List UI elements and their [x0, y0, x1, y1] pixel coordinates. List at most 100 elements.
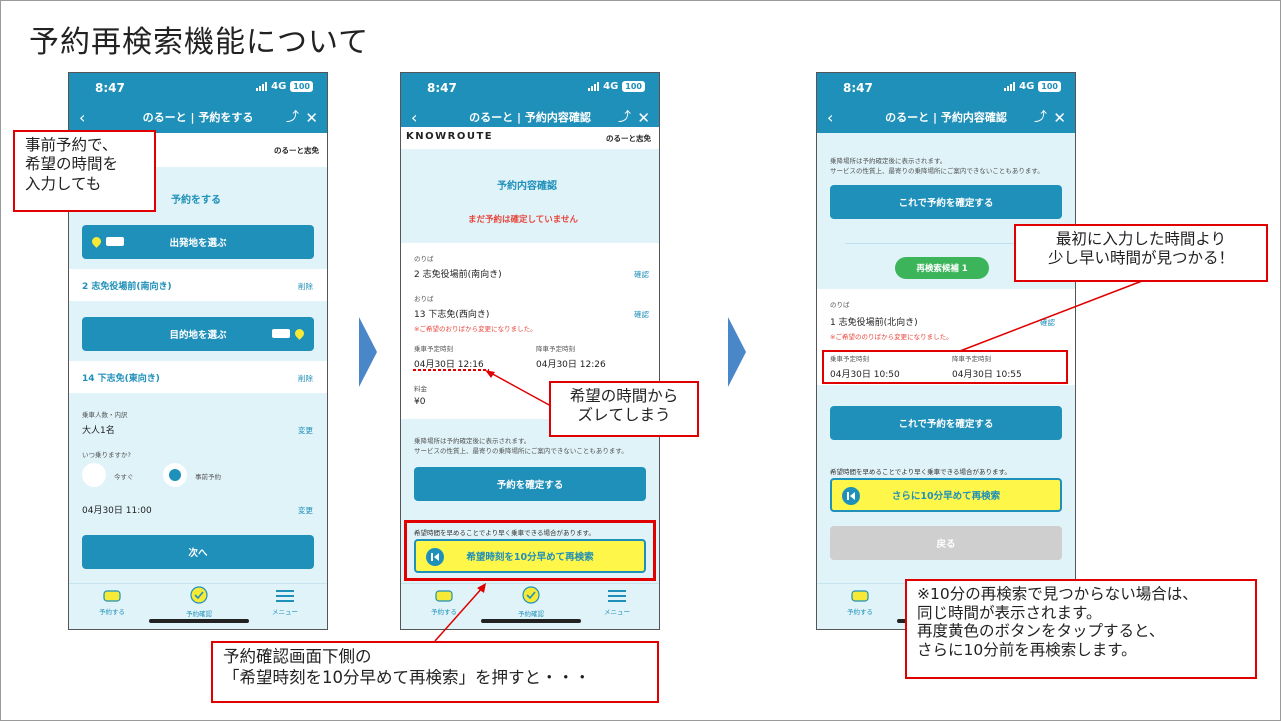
dropoff-value: 13 下志免(西向き)	[414, 310, 490, 320]
brand-header: KNOWROUTE のるーと志免	[401, 127, 659, 149]
share-icon[interactable]: ⤴	[1034, 103, 1047, 133]
highlight-research-button	[404, 520, 656, 581]
network-label: 4G	[1019, 81, 1035, 92]
status-time: 8:47	[843, 81, 873, 95]
passengers-value: 大人1名	[82, 426, 115, 436]
destination-button[interactable]: 目的地を選ぶ	[82, 317, 314, 351]
notice-line-2: サービスの性質上、最寄りの乗降場所にご案内できないこともあります。	[414, 447, 628, 455]
brand-name: のるーと志免	[606, 134, 651, 143]
flow-arrow-icon	[359, 317, 377, 387]
radio-reserve[interactable]	[163, 463, 187, 487]
datetime-change[interactable]: 変更	[298, 505, 313, 516]
network-label: 4G	[603, 81, 619, 92]
confirm-reservation-button[interactable]: 予約を確定する	[414, 467, 646, 501]
tab-menu-label: メニュー	[604, 608, 630, 616]
pickup-note: ※ご希望ののりばから変更になりました。	[830, 333, 953, 341]
slide-title: 予約再検索機能について	[29, 25, 370, 60]
next-button[interactable]: 次へ	[82, 535, 314, 569]
tab-confirm-label: 予約確認	[186, 610, 212, 618]
check-icon	[522, 586, 540, 604]
tab-reserve[interactable]: 予約する	[82, 590, 142, 616]
callout-line: さらに10分前を再検索します。	[917, 640, 1137, 659]
callout-line: 希望の時間を	[25, 155, 119, 174]
knowroute-logo: KNOWROUTE	[406, 131, 494, 142]
tab-menu-label: メニュー	[272, 608, 298, 616]
battery-icon: 100	[290, 81, 313, 92]
bus-icon	[106, 237, 124, 246]
origin-button[interactable]: 出発地を選ぶ	[82, 225, 314, 259]
destination-button-label: 目的地を選ぶ	[169, 330, 227, 341]
destination-row[interactable]: 14 下志免(東向き) 削除	[69, 361, 327, 393]
confirm-candidate-button[interactable]: これで予約を確定する	[830, 406, 1062, 440]
home-indicator	[481, 619, 581, 623]
check-icon	[190, 586, 208, 604]
pickup-value: 1 志免役場前(北向き)	[830, 318, 918, 328]
tab-menu[interactable]: メニュー	[587, 590, 647, 616]
pickup-confirm[interactable]: 確認	[634, 269, 649, 280]
origin-value: 2 志免役場前(南向き)	[82, 282, 172, 292]
confirm-top-button[interactable]: これで予約を確定する	[830, 185, 1062, 219]
close-icon[interactable]: ✕	[1053, 103, 1066, 133]
bus-tab-icon	[103, 590, 121, 602]
when-label: いつ乗りますか?	[82, 451, 131, 459]
pin-icon	[293, 327, 306, 340]
notice-line-1: 乗降場所は予約確定後に表示されます。	[414, 437, 531, 445]
tab-reserve-label: 予約する	[847, 608, 873, 616]
not-confirmed-text: まだ予約は確定していません	[468, 215, 578, 225]
section-title: 予約内容確認	[497, 181, 557, 192]
battery-icon: 100	[622, 81, 645, 92]
destination-delete[interactable]: 削除	[298, 373, 313, 384]
rewind-icon	[842, 487, 860, 505]
tab-reserve-label: 予約する	[99, 608, 125, 616]
nav-title: のるーと | 予約内容確認	[885, 111, 1007, 124]
candidate-badge: 再検索候補 1	[895, 257, 989, 279]
dropoff-confirm[interactable]: 確認	[634, 309, 649, 320]
slide: 予約再検索機能について 8:47 4G 100 ‹ のるーと | 予約をする ⤴ …	[0, 0, 1281, 721]
passengers-label: 乗車人数・内訳	[82, 411, 128, 419]
research-again-button[interactable]: さらに10分早めて再検索	[830, 478, 1062, 512]
tab-menu[interactable]: メニュー	[255, 590, 315, 616]
nav-title: のるーと | 予約内容確認	[469, 111, 591, 124]
nav-bar: ‹ のるーと | 予約内容確認 ⤴ ✕	[817, 103, 1075, 133]
close-icon[interactable]: ✕	[305, 103, 318, 133]
back-button[interactable]: 戻る	[830, 526, 1062, 560]
brand-name: のるーと志免	[274, 146, 319, 155]
time-underline	[413, 369, 489, 371]
home-indicator	[149, 619, 249, 623]
tab-confirm[interactable]: 予約確認	[169, 586, 229, 618]
callout-line: 「希望時刻を10分早めて再検索」を押すと・・・	[223, 667, 591, 687]
status-time: 8:47	[427, 81, 457, 95]
flow-arrow-icon	[728, 317, 746, 387]
pickup-label: のりば	[414, 255, 434, 263]
callout-line: 事前予約で、	[25, 136, 118, 154]
callout-line: 入力しても	[25, 174, 102, 193]
dropoff-note: ※ご希望のおりばから変更になりました。	[414, 325, 537, 333]
radio-now[interactable]	[82, 463, 106, 487]
board-time-label: 乗車予定時刻	[414, 345, 453, 353]
early-note: 希望時間を早めることでより早く乗車できる場合があります。	[830, 468, 1011, 476]
tab-reserve[interactable]: 予約する	[830, 590, 890, 616]
callout-line: ※10分の再検索で見つからない場合は、	[917, 585, 1198, 603]
callout-preorder: 事前予約で、 希望の時間を 入力しても	[13, 130, 156, 212]
back-icon[interactable]: ‹	[79, 103, 85, 133]
tab-confirm[interactable]: 予約確認	[501, 586, 561, 618]
alight-time-label: 降車予定時刻	[536, 345, 575, 353]
pointer-arrow	[434, 583, 486, 642]
battery-icon: 100	[1038, 81, 1061, 92]
notice-line-1: 乗降場所は予約確定後に表示されます。	[830, 157, 947, 165]
passengers-change[interactable]: 変更	[298, 425, 313, 436]
status-bar: 8:47 4G 100	[817, 73, 1075, 103]
back-icon[interactable]: ‹	[827, 103, 833, 133]
research-again-label: さらに10分早めて再検索	[891, 491, 1001, 502]
menu-icon	[276, 590, 294, 602]
menu-icon	[608, 590, 626, 602]
share-icon[interactable]: ⤴	[286, 103, 299, 133]
pin-icon	[90, 235, 103, 248]
pickup-label: のりば	[830, 301, 850, 309]
callout-line: 希望の時間から	[569, 387, 679, 405]
origin-row[interactable]: 2 志免役場前(南向き) 削除	[69, 269, 327, 301]
network-label: 4G	[271, 81, 287, 92]
pickup-value: 2 志免役場前(南向き)	[414, 270, 502, 280]
origin-delete[interactable]: 削除	[298, 281, 313, 292]
option-now-label: 今すぐ	[114, 473, 134, 481]
